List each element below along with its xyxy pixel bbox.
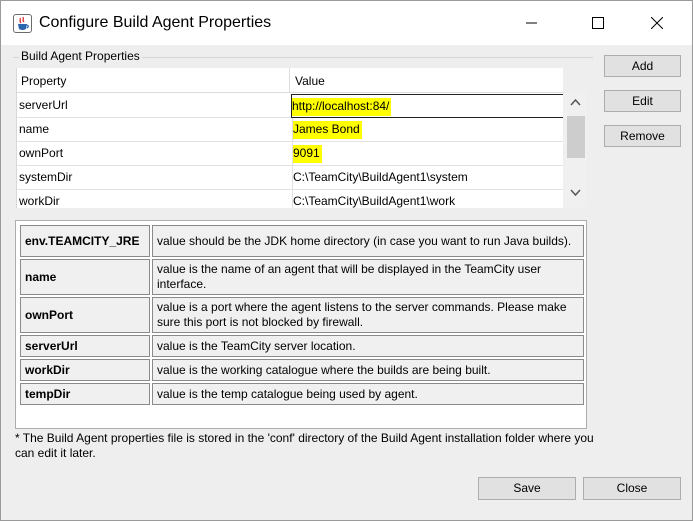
- property-value-text: C:\TeamCity\BuildAgent1\work: [293, 194, 456, 208]
- window-title: Configure Build Agent Properties: [39, 14, 272, 31]
- help-row: tempDir value is the temp catalogue being…: [20, 383, 584, 405]
- help-description: value is the working catalogue where the…: [152, 359, 584, 381]
- maximize-icon: [592, 17, 604, 29]
- table-row[interactable]: name James Bond: [17, 118, 563, 142]
- add-button[interactable]: Add: [604, 55, 681, 77]
- close-icon: [651, 17, 663, 29]
- footnote: * The Build Agent properties file is sto…: [15, 431, 594, 460]
- close-window-button[interactable]: [634, 1, 680, 45]
- dialog-window: Configure Build Agent Properties Build A…: [0, 0, 693, 521]
- title-bar[interactable]: Configure Build Agent Properties: [1, 1, 692, 45]
- help-table: env.TEAMCITY_JRE value should be the JDK …: [18, 223, 586, 407]
- help-description: value should be the JDK home directory (…: [152, 225, 584, 257]
- dialog-content: Build Agent Properties Property Value se…: [1, 45, 692, 520]
- java-cup-icon: [13, 14, 32, 33]
- property-key[interactable]: workDir: [19, 190, 287, 208]
- minimize-icon: [526, 22, 537, 24]
- edit-button[interactable]: Edit: [604, 90, 681, 112]
- group-label: Build Agent Properties: [19, 49, 142, 63]
- table-row[interactable]: workDir C:\TeamCity\BuildAgent1\work: [17, 190, 563, 208]
- property-key[interactable]: systemDir: [19, 166, 287, 190]
- help-row: env.TEAMCITY_JRE value should be the JDK …: [20, 225, 584, 257]
- table-row[interactable]: ownPort 9091: [17, 142, 563, 166]
- help-term: ownPort: [20, 297, 150, 333]
- scroll-up-icon[interactable]: [570, 98, 581, 106]
- header-separator: [289, 68, 290, 93]
- property-value-text: http://localhost:84/: [292, 98, 392, 116]
- help-term: tempDir: [20, 383, 150, 405]
- table-row[interactable]: systemDir C:\TeamCity\BuildAgent1\system: [17, 166, 563, 190]
- help-description: value is a port where the agent listens …: [152, 297, 584, 333]
- property-key[interactable]: serverUrl: [19, 94, 287, 118]
- help-table-panel: env.TEAMCITY_JRE value should be the JDK …: [15, 220, 587, 429]
- table-scrollbar[interactable]: [564, 93, 587, 207]
- close-button[interactable]: Close: [583, 477, 681, 500]
- maximize-button[interactable]: [575, 1, 621, 45]
- remove-button[interactable]: Remove: [604, 125, 681, 147]
- help-term: serverUrl: [20, 335, 150, 357]
- help-term: name: [20, 259, 150, 295]
- column-header-property[interactable]: Property: [21, 74, 66, 88]
- help-row: workDir value is the working catalogue wh…: [20, 359, 584, 381]
- property-value-input[interactable]: http://localhost:84/: [291, 94, 563, 118]
- property-value-text: James Bond: [293, 121, 362, 139]
- help-description: value is the name of an agent that will …: [152, 259, 584, 295]
- property-key[interactable]: ownPort: [19, 142, 287, 166]
- scroll-down-icon[interactable]: [570, 189, 581, 197]
- scrollbar-thumb[interactable]: [567, 116, 585, 158]
- help-term: workDir: [20, 359, 150, 381]
- table-header: Property Value: [17, 68, 563, 93]
- property-value[interactable]: C:\TeamCity\BuildAgent1\work: [292, 190, 563, 208]
- property-value-text: 9091: [293, 145, 322, 163]
- help-row: serverUrl value is the TeamCity server lo…: [20, 335, 584, 357]
- properties-table[interactable]: Property Value serverUrl http://localhost…: [16, 68, 563, 208]
- table-row[interactable]: serverUrl http://localhost:84/: [17, 94, 563, 118]
- property-value[interactable]: C:\TeamCity\BuildAgent1\system: [292, 166, 563, 190]
- help-term: env.TEAMCITY_JRE: [20, 225, 150, 257]
- property-key[interactable]: name: [19, 118, 287, 142]
- help-row: ownPort value is a port where the agent l…: [20, 297, 584, 333]
- minimize-button[interactable]: [509, 1, 555, 45]
- column-header-value[interactable]: Value: [295, 74, 325, 88]
- save-button[interactable]: Save: [478, 477, 576, 500]
- help-row: name value is the name of an agent that w…: [20, 259, 584, 295]
- property-value-text: C:\TeamCity\BuildAgent1\system: [293, 170, 468, 184]
- property-value[interactable]: 9091: [292, 142, 563, 166]
- help-description: value is the temp catalogue being used b…: [152, 383, 584, 405]
- property-value[interactable]: James Bond: [292, 118, 563, 142]
- help-description: value is the TeamCity server location.: [152, 335, 584, 357]
